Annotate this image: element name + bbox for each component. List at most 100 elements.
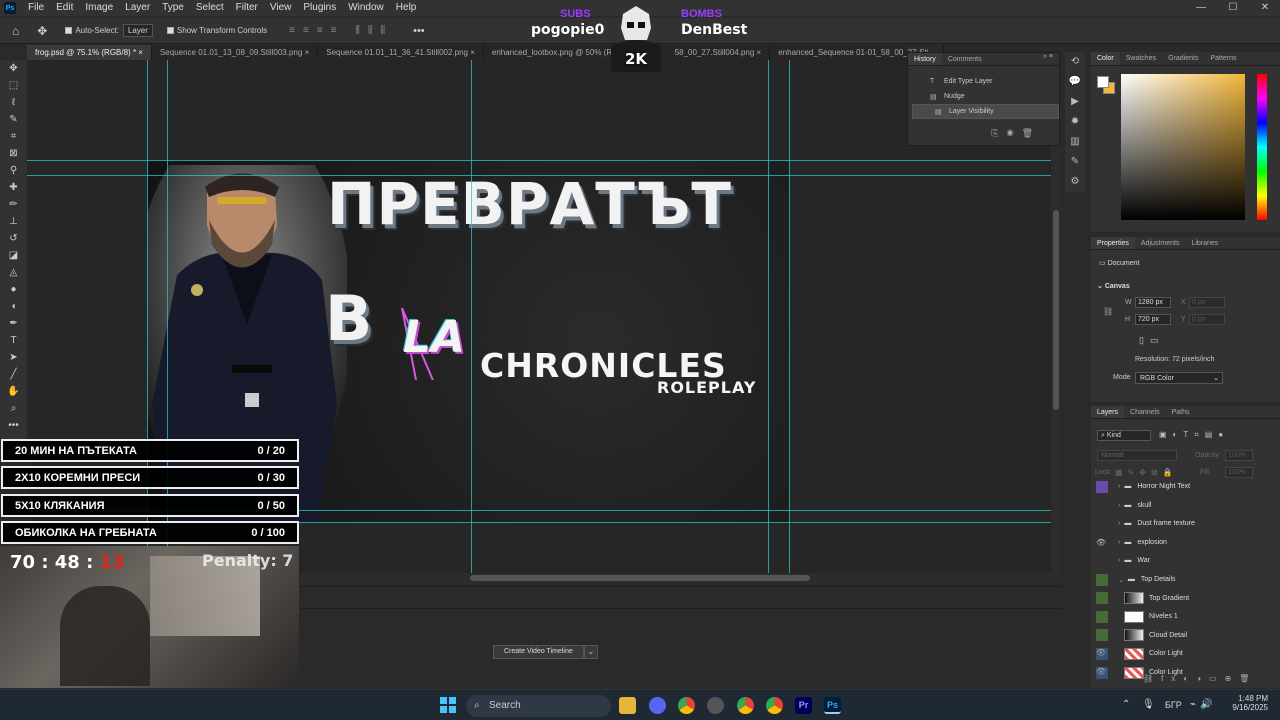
tab-layers[interactable]: Layers <box>1091 406 1125 418</box>
history-actions[interactable]: ⎘◉🗑 <box>991 128 1041 139</box>
chevron-right-icon[interactable]: › <box>1118 520 1120 527</box>
tab-still002[interactable]: Sequence 01.01_11_36_41.Still002.png × <box>318 45 484 60</box>
tab-comments[interactable]: Comments <box>942 53 988 65</box>
align-icons[interactable]: ≡≡≡≡ ⫼⫼⫼ <box>289 25 393 36</box>
close-icon[interactable]: ✕ <box>1250 0 1280 16</box>
tab-libraries[interactable]: Libraries <box>1185 237 1224 249</box>
history-step-layer-visibility[interactable]: ▤ Layer Visibility <box>912 104 1059 119</box>
chevron-right-icon[interactable]: › <box>1118 502 1120 509</box>
eraser-tool-icon[interactable]: ◪ <box>0 247 27 264</box>
foreground-color-swatch[interactable] <box>1097 76 1109 88</box>
x-input[interactable]: 0 px <box>1189 297 1225 308</box>
opacity-input[interactable]: 100% <box>1225 450 1253 461</box>
brush-tool-icon[interactable]: ✏ <box>0 196 27 213</box>
menu-select[interactable]: Select <box>190 0 230 16</box>
menu-edit[interactable]: Edit <box>50 0 79 16</box>
horizontal-scrollbar[interactable] <box>300 573 1051 583</box>
menu-image[interactable]: Image <box>79 0 119 16</box>
more-tools-icon[interactable]: ••• <box>0 417 27 434</box>
move-tool-icon[interactable]: ✥ <box>0 60 27 77</box>
layer-row[interactable]: › ▬ Dust frame texture <box>1091 515 1280 532</box>
eye-visible-icon[interactable]: 👁 <box>1096 647 1108 660</box>
hand-tool-icon[interactable]: ✋ <box>0 383 27 400</box>
quick-select-tool-icon[interactable]: ✎ <box>0 111 27 128</box>
layer-filter-icons[interactable]: ▣◐T⌗▤● <box>1159 430 1229 440</box>
layer-filter-dropdown[interactable]: ⌕ Kind <box>1097 430 1151 441</box>
language-indicator[interactable]: БГР <box>1165 700 1182 710</box>
file-explorer-icon[interactable] <box>619 697 636 714</box>
layer-row[interactable]: Niveles 1 <box>1091 608 1280 625</box>
fill-input[interactable]: 100% <box>1225 467 1253 478</box>
windows-start-icon[interactable] <box>440 697 456 713</box>
eye-hidden-icon[interactable] <box>1096 480 1108 493</box>
tab-adjustments[interactable]: Adjustments <box>1135 237 1186 249</box>
link-icon[interactable]: ⛓ <box>1103 307 1113 316</box>
layer-row[interactable]: › ▬ skull <box>1091 497 1280 514</box>
type-tool-icon[interactable]: T <box>0 332 27 349</box>
eye-visible-icon[interactable]: 👁 <box>1096 538 1108 547</box>
chevron-down-icon[interactable]: ⌄ <box>584 645 598 659</box>
path-select-tool-icon[interactable]: ➤ <box>0 349 27 366</box>
close-tab-icon[interactable]: × <box>305 48 310 57</box>
layer-row[interactable]: › ▬ Horror Night Text <box>1091 478 1280 495</box>
menu-window[interactable]: Window <box>342 0 390 16</box>
show-transform-toggle[interactable]: Show Transform Controls <box>166 26 267 35</box>
close-tab-icon[interactable]: × <box>138 48 143 57</box>
history-step-nudge[interactable]: ▤ Nudge <box>908 89 1059 104</box>
chrome-icon[interactable] <box>678 697 695 714</box>
scroll-thumb[interactable] <box>470 575 810 581</box>
show-transform-checkbox[interactable] <box>166 27 174 34</box>
tab-swatches[interactable]: Swatches <box>1120 52 1162 65</box>
tab-properties[interactable]: Properties <box>1091 237 1135 249</box>
tab-still003[interactable]: Sequence 01.01_13_08_09.Still003.png × <box>152 45 319 60</box>
eyedropper-tool-icon[interactable]: ⚲ <box>0 162 27 179</box>
auto-select-checkbox[interactable] <box>65 27 73 34</box>
premiere-pro-icon[interactable]: Pr <box>795 697 812 714</box>
layer-row[interactable]: 👁 Color Light <box>1091 645 1280 662</box>
close-tab-icon[interactable]: × <box>757 48 762 57</box>
tab-history[interactable]: History <box>908 53 942 65</box>
auto-select-target-dropdown[interactable]: Layer <box>122 24 153 37</box>
minimize-icon[interactable]: — <box>1186 0 1216 16</box>
brush-panel-icon[interactable]: ✎ <box>1065 152 1085 172</box>
history-panel-icon[interactable]: ⟲ <box>1065 52 1085 72</box>
layer-row[interactable]: › ▬ War <box>1091 552 1280 569</box>
height-input[interactable]: 720 px <box>1135 314 1171 325</box>
tab-channels[interactable]: Channels <box>1124 406 1166 418</box>
comments-panel-icon[interactable]: 💬 <box>1065 72 1085 92</box>
network-volume-icons[interactable]: ⌁🔊 <box>1190 699 1216 710</box>
menu-view[interactable]: View <box>264 0 298 16</box>
layer-actions[interactable]: ⛓fx◐◑▭⊕🗑 <box>1143 674 1257 683</box>
tab-frog-psd[interactable]: frog.psd @ 75.1% (RGB/8) * × <box>27 45 152 60</box>
light-panel-icon[interactable]: ✹ <box>1065 112 1085 132</box>
blur-tool-icon[interactable]: ● <box>0 281 27 298</box>
landscape-icon[interactable]: ▭ <box>1150 335 1165 345</box>
microphone-icon[interactable]: 🎙 <box>1142 699 1155 710</box>
chevron-down-icon[interactable]: ⌄ <box>1118 576 1124 584</box>
scroll-thumb[interactable] <box>1053 210 1059 410</box>
dodge-tool-icon[interactable]: ◖ <box>0 298 27 315</box>
trash-icon[interactable]: 🗑 <box>1022 128 1041 138</box>
zoom-tool-icon[interactable]: ⌕ <box>0 400 27 417</box>
tab-patterns[interactable]: Patterns <box>1204 52 1242 65</box>
menu-file[interactable]: File <box>22 0 50 16</box>
photoshop-icon[interactable]: Ps <box>824 697 841 714</box>
layer-row[interactable]: 👁 › ▬ explosion <box>1091 534 1280 551</box>
crop-tool-icon[interactable]: ⌗ <box>0 128 27 145</box>
history-step-edit-type-layer[interactable]: T Edit Type Layer <box>908 74 1059 89</box>
chevron-up-icon[interactable]: ⌃ <box>1122 699 1130 710</box>
menu-layer[interactable]: Layer <box>119 0 156 16</box>
history-brush-tool-icon[interactable]: ↺ <box>0 230 27 247</box>
adjust-panel-icon[interactable]: ⚙ <box>1065 172 1085 192</box>
width-input[interactable]: 1280 px <box>1135 297 1171 308</box>
portrait-icon[interactable]: ▯ <box>1139 335 1150 345</box>
paint-bucket-tool-icon[interactable]: ◬ <box>0 264 27 281</box>
eye-hidden-icon[interactable] <box>1096 592 1108 605</box>
tab-color[interactable]: Color <box>1091 52 1120 65</box>
frame-tool-icon[interactable]: ⊠ <box>0 145 27 162</box>
y-input[interactable]: 0 px <box>1189 314 1225 325</box>
menu-help[interactable]: Help <box>390 0 423 16</box>
lasso-tool-icon[interactable]: ℓ <box>0 94 27 111</box>
actions-panel-icon[interactable]: ▶ <box>1065 92 1085 112</box>
chevron-right-icon[interactable]: › <box>1118 483 1120 490</box>
